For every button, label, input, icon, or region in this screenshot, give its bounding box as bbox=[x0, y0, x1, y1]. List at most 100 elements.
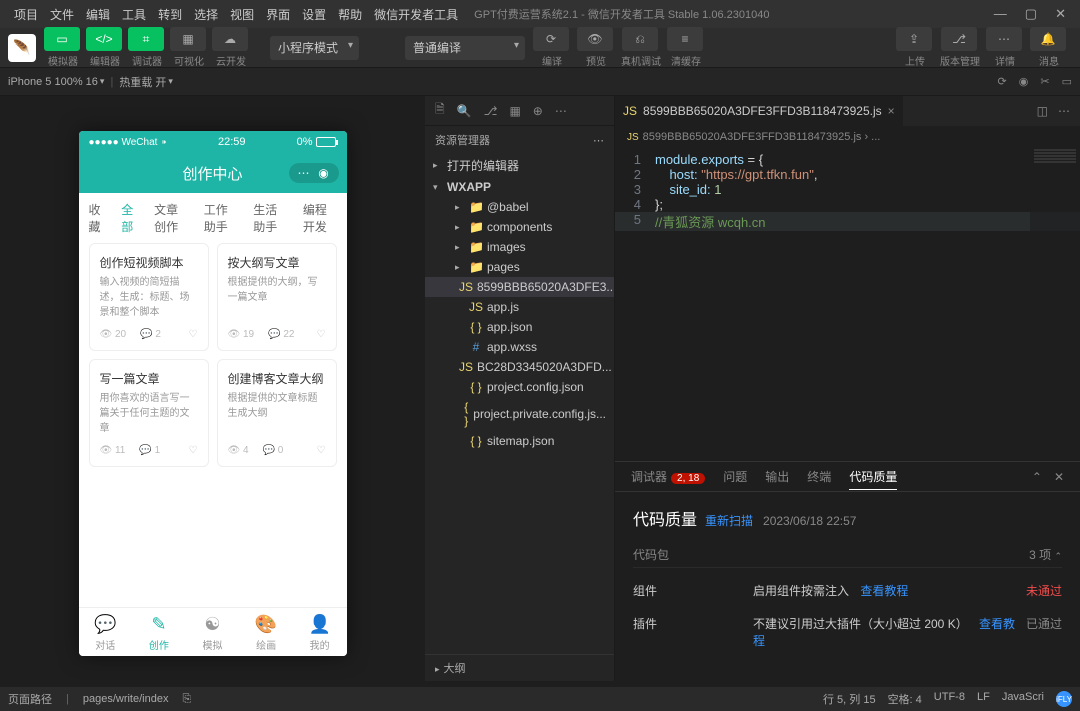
capsule-button[interactable]: ⋯◉ bbox=[289, 163, 339, 183]
menu-item[interactable]: 选择 bbox=[188, 8, 224, 22]
refresh-icon[interactable]: ⟳ bbox=[998, 75, 1007, 88]
panel-close-icon[interactable]: ✕ bbox=[1054, 470, 1064, 484]
copy-icon[interactable]: ⎘ bbox=[182, 693, 191, 706]
more-icon[interactable]: ⋯ bbox=[555, 104, 567, 118]
encoding-status[interactable]: UTF-8 bbox=[934, 691, 965, 707]
block-icon[interactable]: ▦ bbox=[509, 104, 520, 118]
tree-item[interactable]: ▸📁components bbox=[425, 217, 614, 237]
split-icon[interactable]: ◫ bbox=[1037, 104, 1048, 118]
indent-status[interactable]: 空格: 4 bbox=[888, 691, 922, 707]
opened-editors-section[interactable]: ▸打开的编辑器 bbox=[425, 154, 614, 177]
code-area[interactable]: 1module.exports = { 2 host: "https://gpt… bbox=[615, 148, 1080, 461]
cloud-button[interactable]: ☁ bbox=[212, 27, 248, 51]
branch-icon[interactable]: ⎇ bbox=[484, 104, 498, 118]
tree-item[interactable]: { }project.config.json bbox=[425, 377, 614, 397]
tree-item[interactable]: JS8599BBB65020A3DFE3... bbox=[425, 277, 614, 297]
record-icon[interactable]: ◉ bbox=[1019, 75, 1029, 88]
lang-status[interactable]: JavaScri bbox=[1002, 691, 1044, 707]
phone-tab[interactable]: 全部 bbox=[121, 201, 138, 235]
menu-item[interactable]: 文件 bbox=[44, 8, 80, 22]
version-button[interactable]: ⎇ bbox=[941, 27, 977, 51]
files-icon[interactable]: 🗎 bbox=[435, 100, 445, 121]
panel-collapse-icon[interactable]: ⌃ bbox=[1032, 470, 1042, 484]
content-card[interactable]: 创作短视频脚本输入视频的简短描述，生成：标题、场景和整个脚本👁 20💬 2♡ bbox=[89, 243, 209, 351]
page-path-label[interactable]: 页面路径 bbox=[8, 691, 52, 707]
simulator-button[interactable]: ▭ bbox=[44, 27, 80, 51]
tree-item[interactable]: { }project.private.config.js... bbox=[425, 397, 614, 431]
content-card[interactable]: 按大纲写文章根据提供的大纲，写一篇文章👁 19💬 22♡ bbox=[217, 243, 337, 351]
phone-tab[interactable]: 编程开发 bbox=[303, 201, 337, 235]
ext-icon[interactable]: ⊕ bbox=[533, 104, 543, 118]
phone-tab[interactable]: 生活助手 bbox=[253, 201, 287, 235]
preview-button[interactable]: 👁 bbox=[577, 27, 613, 51]
menu-item[interactable]: 界面 bbox=[260, 8, 296, 22]
device-selector[interactable]: iPhone 5 100% 16 bbox=[8, 76, 98, 88]
tree-item[interactable]: ▸📁images bbox=[425, 237, 614, 257]
eol-status[interactable]: LF bbox=[977, 691, 990, 707]
tree-item[interactable]: JSBC28D3345020A3DFD... bbox=[425, 357, 614, 377]
hot-reload-toggle[interactable]: 热重载 开 bbox=[119, 74, 166, 90]
upload-button[interactable]: ⇪ bbox=[896, 27, 932, 51]
tutorial-link[interactable]: 查看教程 bbox=[753, 617, 1015, 648]
cursor-position[interactable]: 行 5, 列 15 bbox=[823, 691, 876, 707]
tutorial-link[interactable]: 查看教程 bbox=[860, 584, 908, 598]
content-card[interactable]: 创建博客文章大纲根据提供的文章标题生成大纲👁 4💬 0♡ bbox=[217, 359, 337, 467]
explorer-more-icon[interactable]: ⋯ bbox=[593, 134, 604, 147]
menu-item[interactable]: 项目 bbox=[8, 8, 44, 22]
maximize-icon[interactable]: ▢ bbox=[1025, 6, 1037, 22]
minimize-icon[interactable]: — bbox=[994, 6, 1007, 22]
visual-button[interactable]: ▦ bbox=[170, 27, 206, 51]
details-button[interactable]: ⋯ bbox=[986, 27, 1022, 51]
tree-item[interactable]: { }sitemap.json bbox=[425, 431, 614, 451]
tree-item[interactable]: JSapp.js bbox=[425, 297, 614, 317]
ifly-icon[interactable]: iFLY bbox=[1056, 691, 1072, 707]
cut-icon[interactable]: ✂ bbox=[1040, 75, 1049, 88]
nav-item[interactable]: 👤我的 bbox=[293, 614, 347, 652]
breadcrumb[interactable]: JS8599BBB65020A3DFE3FFD3B118473925.js › … bbox=[615, 126, 1080, 148]
more-icon[interactable]: ⋯ bbox=[1058, 104, 1070, 118]
search-icon[interactable]: 🔍 bbox=[457, 104, 472, 118]
tree-item[interactable]: { }app.json bbox=[425, 317, 614, 337]
remote-debug-button[interactable]: ⎌ bbox=[622, 27, 658, 51]
panel-tab-output[interactable]: 输出 bbox=[765, 464, 789, 489]
menu-item[interactable]: 设置 bbox=[296, 8, 332, 22]
page-path[interactable]: pages/write/index bbox=[83, 693, 169, 705]
compile-button[interactable]: ⟳ bbox=[533, 27, 569, 51]
clear-cache-button[interactable]: ≡ bbox=[667, 27, 703, 51]
content-card[interactable]: 写一篇文章用你喜欢的语言写一篇关于任何主题的文章👁 11💬 1♡ bbox=[89, 359, 209, 467]
menu-item[interactable]: 编辑 bbox=[80, 8, 116, 22]
nav-item[interactable]: ✎创作 bbox=[132, 614, 186, 652]
nav-item[interactable]: 💬对话 bbox=[79, 614, 133, 652]
root-folder[interactable]: ▾WXAPP bbox=[425, 177, 614, 197]
panel-tab-debugger[interactable]: 调试器2, 18 bbox=[631, 464, 705, 489]
menu-item[interactable]: 微信开发者工具 bbox=[368, 8, 464, 22]
nav-item[interactable]: 🎨绘画 bbox=[239, 614, 293, 652]
phone-tab[interactable]: 收藏 bbox=[89, 201, 106, 235]
nav-item[interactable]: ☯模拟 bbox=[186, 614, 240, 652]
layout-icon[interactable]: ▭ bbox=[1062, 75, 1072, 88]
panel-tab-quality[interactable]: 代码质量 bbox=[849, 464, 897, 490]
rescan-link[interactable]: 重新扫描 bbox=[705, 514, 753, 528]
close-icon[interactable]: ✕ bbox=[1055, 6, 1066, 22]
tab-close-icon[interactable]: × bbox=[888, 104, 895, 118]
editor-tab[interactable]: JS 8599BBB65020A3DFE3FFD3B118473925.js × bbox=[615, 96, 904, 126]
debugger-button[interactable]: ⌗ bbox=[128, 27, 164, 51]
phone-tab[interactable]: 工作助手 bbox=[204, 201, 238, 235]
message-button[interactable]: 🔔 bbox=[1030, 27, 1066, 51]
menu-item[interactable]: 工具 bbox=[116, 8, 152, 22]
phone-tab[interactable]: 文章创作 bbox=[154, 201, 188, 235]
mode-select[interactable]: 小程序模式 bbox=[270, 36, 359, 60]
chevron-down-icon[interactable]: ⌃ bbox=[1054, 551, 1062, 561]
panel-tab-terminal[interactable]: 终端 bbox=[807, 464, 831, 489]
tree-item[interactable]: ▸📁pages bbox=[425, 257, 614, 277]
compile-select[interactable]: 普通编译 bbox=[405, 36, 525, 60]
panel-tab-problems[interactable]: 问题 bbox=[723, 464, 747, 489]
outline-section[interactable]: ▸大纲 bbox=[425, 654, 614, 681]
menu-item[interactable]: 帮助 bbox=[332, 8, 368, 22]
tree-item[interactable]: ▸📁@babel bbox=[425, 197, 614, 217]
minimap[interactable] bbox=[1030, 148, 1080, 348]
editor-button[interactable]: </> bbox=[86, 27, 122, 51]
menu-item[interactable]: 视图 bbox=[224, 8, 260, 22]
menu-item[interactable]: 转到 bbox=[152, 8, 188, 22]
tree-item[interactable]: #app.wxss bbox=[425, 337, 614, 357]
